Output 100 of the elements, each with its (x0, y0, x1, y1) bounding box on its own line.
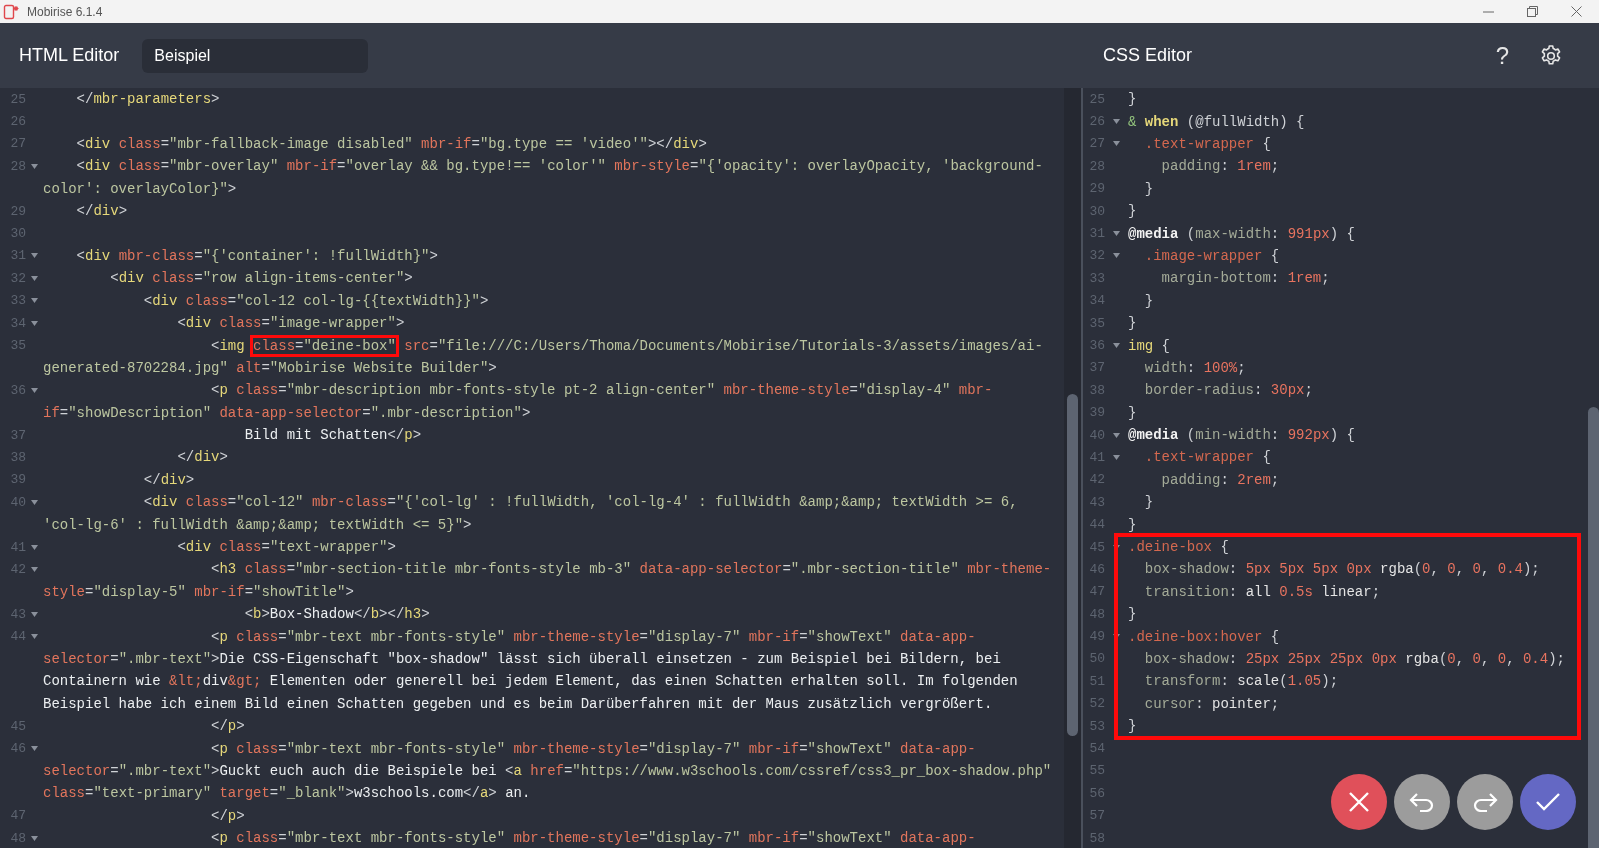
code-line: padding: 2rem; (1160, 470, 1280, 490)
fold-arrow-icon[interactable] (1113, 454, 1120, 460)
code-line: </div> (75, 202, 128, 222)
code-line: } (1143, 179, 1154, 199)
fold-arrow-icon[interactable] (31, 320, 38, 326)
code-line: <p class="mbr-description mbr-fonts-style pt-2 align-center" mbr-theme-style="display-4" mbr- (210, 381, 993, 401)
code-line: generated-8702284.jpg" alt="Mobirise Website Builder"> (43, 358, 497, 378)
code-line: Beispiel habe ich einem Bild einen Schatten gegeben und es beim Darüberfahren mit der Maus zusätzlich vergrößert. (43, 694, 993, 714)
fold-arrow-icon[interactable] (1113, 343, 1120, 348)
code-line: @media (max-width: 991px) { (1128, 224, 1355, 244)
editor-title: HTML Editor (19, 45, 120, 66)
code-line: <div class="row align-items-center"> (109, 269, 413, 289)
checkmark-icon (1535, 792, 1561, 812)
code-line: class="text-primary" target="_blank">w3schools.com</a> an. (43, 784, 531, 804)
code-line: padding: 1rem; (1160, 157, 1280, 177)
code-line: <div class="mbr-overlay" mbr-if="overlay && bg.type!== 'color'" mbr-style="{'opacity': overlayOpacity, 'background- (75, 157, 1043, 177)
code-line: } (1128, 605, 1137, 625)
code-line: style="display-5" mbr-if="showTitle"> (43, 582, 354, 602)
code-line: selector=".mbr-text">Guckt euch auch die Beispiele bei <a href="https://www.w3schools.com/cssref/css3_pr_box-shadow.php" (43, 761, 1052, 781)
code-line: .text-wrapper { (1143, 448, 1271, 468)
code-line: } (1128, 314, 1137, 334)
code-line: & when (@fullWidth) { (1128, 112, 1305, 132)
code-line: </p> (210, 806, 245, 826)
code-line: img { (1128, 336, 1171, 356)
redo-icon (1472, 792, 1498, 812)
code-line: Containern wie &lt;div&gt; Elementen oder generell bei jedem Element, das einen Schatten erhalten soll. Im folgenden (43, 672, 1018, 692)
fold-arrow-icon[interactable] (31, 544, 38, 550)
name-field[interactable]: Beispiel (142, 38, 369, 73)
fold-arrow-icon[interactable] (31, 253, 38, 259)
fold-arrow-icon[interactable] (1113, 253, 1120, 259)
editor-title: CSS Editor (1103, 45, 1193, 66)
code-line: <p class="mbr-text mbr-fonts-style" mbr-theme-style="display-7" mbr-if="showText" data-app- (210, 739, 976, 759)
close-icon (1348, 791, 1370, 813)
redo-button[interactable] (1457, 774, 1513, 830)
code-line: box-shadow: 5px 5px 5px 0px rgba(0, 0, 0, 0.4); (1143, 560, 1540, 580)
code-line: transform: scale(1.05); (1143, 672, 1339, 692)
fold-arrow-icon[interactable] (1113, 544, 1120, 550)
code-line: } (1143, 493, 1154, 513)
code-line: .deine-box { (1128, 538, 1229, 557)
code-line: } (1128, 403, 1137, 423)
fold-arrow-icon[interactable] (31, 746, 38, 751)
fold-arrow-icon[interactable] (1113, 141, 1120, 147)
fold-arrow-icon[interactable] (31, 387, 38, 393)
code-line: <div class="text-wrapper"> (176, 538, 396, 557)
code-line: <div mbr-class="{'container': !fullWidth}"> (75, 246, 438, 266)
code-line: transition: all 0.5s linear; (1143, 582, 1381, 602)
code-line: box-shadow: 25px 25px 25px 0px rgba(0, 0, 0, 0.4); (1143, 649, 1565, 669)
fold-arrow-icon[interactable] (31, 298, 38, 304)
code-line: } (1143, 291, 1154, 311)
code-line: </p> (210, 717, 245, 737)
fold-arrow-icon[interactable] (31, 275, 38, 281)
settings-icon[interactable] (1539, 43, 1563, 68)
code-line: <b>Box-Shadow</b></h3> (243, 605, 430, 625)
code-line: } (1128, 90, 1137, 110)
code-line: <div class="col-12 col-lg-{{textWidth}}"> (142, 291, 489, 311)
code-line: </div> (142, 470, 195, 490)
app-logo-icon (3, 3, 21, 20)
code-line: <div class="mbr-fallback-image disabled" mbr-if="bg.type == 'video'"></div> (75, 135, 707, 154)
code-line: <img class="deine-box" src="file:///C:/Users/Thoma/Documents/Mobirise/Tutorials-3/assets/images/ai- (43, 333, 1043, 358)
fold-arrow-icon[interactable] (1113, 231, 1120, 237)
fold-arrow-icon[interactable] (31, 835, 38, 841)
code-line: width: 100%; (1143, 358, 1246, 378)
scrollbar[interactable] (1588, 407, 1599, 848)
code-line: <div class="image-wrapper"> (176, 314, 405, 334)
code-line: } (1128, 202, 1137, 222)
code-line: } (1128, 717, 1137, 737)
fold-arrow-icon[interactable] (1113, 432, 1120, 438)
code-line: 'col-lg-6' : fullWidth &amp;&amp; textWidth <= 5}"> (43, 515, 472, 535)
code-line: </div> (176, 448, 228, 468)
fold-arrow-icon[interactable] (31, 499, 38, 505)
code-line: Bild mit Schatten</p> (243, 426, 422, 446)
code-line: .text-wrapper { (1143, 135, 1271, 154)
fold-arrow-icon[interactable] (31, 566, 38, 572)
code-line: .deine-box:hover { (1128, 627, 1280, 647)
cancel-button[interactable] (1331, 774, 1387, 830)
code-line: <h3 class="mbr-section-title mbr-fonts-style mb-3" data-app-selector=".mbr-section-title" mbr-theme- (210, 560, 1052, 580)
code-line: selector=".mbr-text">Die CSS-Eigenschaft "box-shadow" lässt sich überall einsetzen - zum Beispiel bei Bildern, bei (43, 649, 1001, 669)
code-line: color': overlayColor}"> (43, 179, 237, 199)
undo-button[interactable] (1394, 774, 1450, 830)
code-line: @media (min-width: 992px) { (1128, 426, 1355, 446)
code-line: <div class="col-12" mbr-class="{'col-lg' : !fullWidth, 'col-lg-4' : fullWidth &amp;&amp; textWidth >= 6, (142, 493, 1018, 513)
fold-arrow-icon[interactable] (31, 163, 38, 169)
undo-icon (1409, 792, 1435, 812)
fold-arrow-icon[interactable] (31, 634, 38, 640)
fold-arrow-icon[interactable] (1113, 119, 1120, 125)
restore-icon[interactable] (1527, 6, 1538, 17)
code-line: } (1128, 515, 1137, 535)
fold-arrow-icon[interactable] (31, 611, 38, 617)
code-line: border-radius: 30px; (1143, 381, 1313, 401)
close-icon[interactable] (1571, 6, 1582, 17)
code-line: cursor: pointer; (1143, 694, 1280, 714)
confirm-button[interactable] (1520, 774, 1576, 830)
code-line: margin-bottom: 1rem; (1160, 269, 1330, 289)
window-title: Mobirise 6.1.4 (27, 4, 103, 19)
code-line: <p class="mbr-text mbr-fonts-style" mbr-theme-style="display-7" mbr-if="showText" data-app- (210, 829, 976, 848)
scrollbar[interactable] (1067, 394, 1078, 736)
help-button[interactable]: ? (1495, 41, 1509, 70)
code-line: if="showDescription" data-app-selector=".mbr-description"> (43, 403, 531, 423)
code-line: </mbr-parameters> (75, 90, 220, 110)
code-line: .image-wrapper { (1143, 246, 1280, 266)
